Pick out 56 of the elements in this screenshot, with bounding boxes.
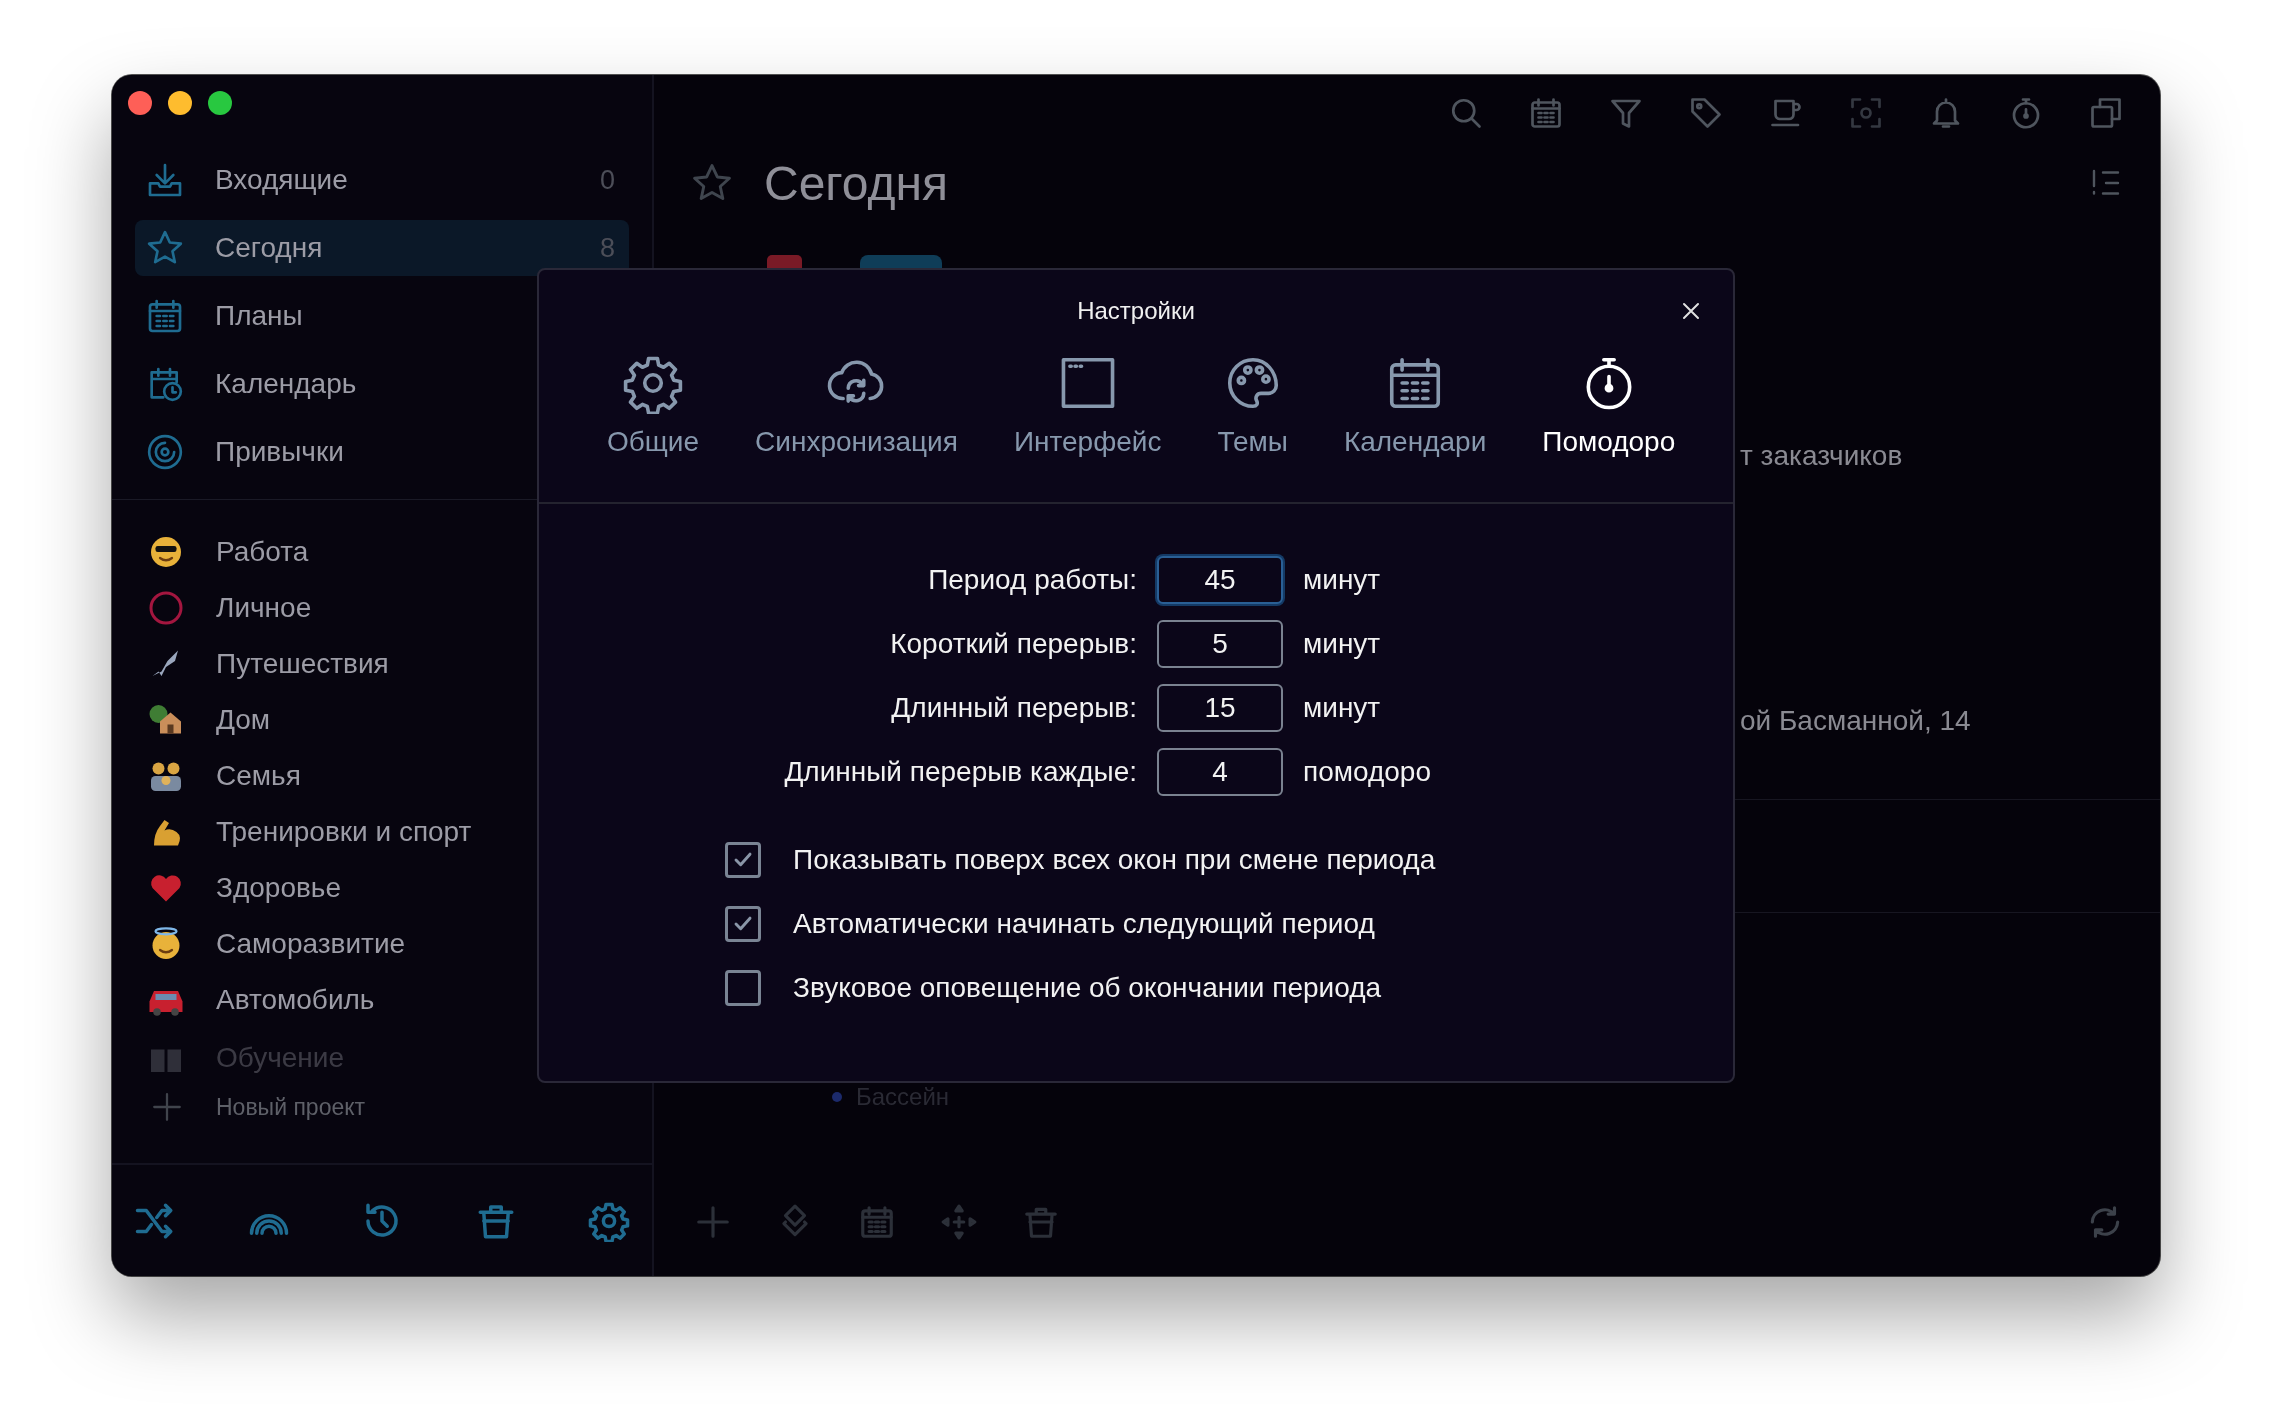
field-label: Период работы: [927, 564, 1137, 596]
project-item[interactable]: Дом [112, 692, 652, 748]
project-item[interactable]: Работа [112, 524, 652, 580]
nav-item[interactable]: Планы [135, 288, 629, 344]
checkbox[interactable] [725, 842, 761, 878]
dialog-title: Настройки [1077, 297, 1195, 325]
nav-item[interactable]: Входящие 0 [135, 152, 629, 208]
count-label: 8 [599, 232, 615, 264]
project-item[interactable]: Здоровье [112, 860, 652, 916]
number-field[interactable]: 15 [1157, 684, 1283, 732]
calendar-icon[interactable] [1528, 95, 1564, 131]
page-title: Сегодня [764, 155, 949, 211]
unit-label: минут [1303, 564, 1382, 596]
sunglasses-face-icon [148, 534, 184, 570]
settings-tab[interactable]: Синхронизация [727, 352, 986, 458]
add-icon[interactable] [694, 1203, 732, 1241]
project-item[interactable]: Автомобиль [112, 972, 652, 1028]
project-item[interactable]: Тренировки и спорт [112, 804, 652, 860]
project-item[interactable]: Путешествия [112, 636, 652, 692]
ring-icon [148, 590, 184, 626]
number-field[interactable]: 45 [1157, 556, 1283, 604]
move-icon[interactable] [940, 1203, 978, 1241]
tag-icon[interactable] [1688, 95, 1724, 131]
zoom-button[interactable] [208, 91, 232, 115]
settings-tab[interactable]: Интерфейс [985, 352, 1190, 458]
project-item[interactable]: Личное [112, 580, 652, 636]
checkbox[interactable] [725, 970, 761, 1006]
project-item[interactable]: Саморазвитие [112, 916, 652, 972]
target-icon [145, 432, 185, 472]
task-title: т заказчиков [1740, 440, 1903, 472]
field-label: Короткий перерыв: [889, 628, 1137, 660]
plus-icon [150, 1090, 184, 1124]
field-label: Длинный перерыв каждые: [783, 756, 1137, 788]
unit-label: минут [1303, 628, 1382, 660]
nav-item[interactable]: Сегодня 8 [135, 220, 629, 276]
settings-tab[interactable]: Календари [1315, 352, 1515, 458]
number-field[interactable]: 5 [1157, 620, 1283, 668]
bullet-dot [832, 1092, 842, 1102]
count-label: 0 [599, 164, 615, 196]
option-label: Звуковое оповещение об окончании периода [793, 972, 1382, 1004]
option-label: Автоматически начинать следующий период [793, 908, 1375, 940]
unit-label: минут [1303, 692, 1382, 724]
checkbox[interactable] [725, 906, 761, 942]
calendar-icon[interactable] [858, 1203, 896, 1241]
project-item[interactable]: Семья [112, 748, 652, 804]
copy-icon[interactable] [2088, 95, 2124, 131]
field-label: Длинный перерыв: [890, 692, 1137, 724]
number-field[interactable]: 4 [1157, 748, 1283, 796]
settings-tab[interactable]: Темы [1189, 352, 1316, 458]
task-title: ой Басманной, 14 [1740, 705, 1971, 737]
unit-label: помодоро [1303, 756, 1432, 788]
minimize-button[interactable] [168, 91, 192, 115]
close-button[interactable] [128, 91, 152, 115]
focus-icon[interactable] [1848, 95, 1884, 131]
option-label: Показывать поверх всех окон при смене периода [793, 844, 1436, 876]
settings-tab[interactable]: Помодоро [1514, 352, 1704, 458]
